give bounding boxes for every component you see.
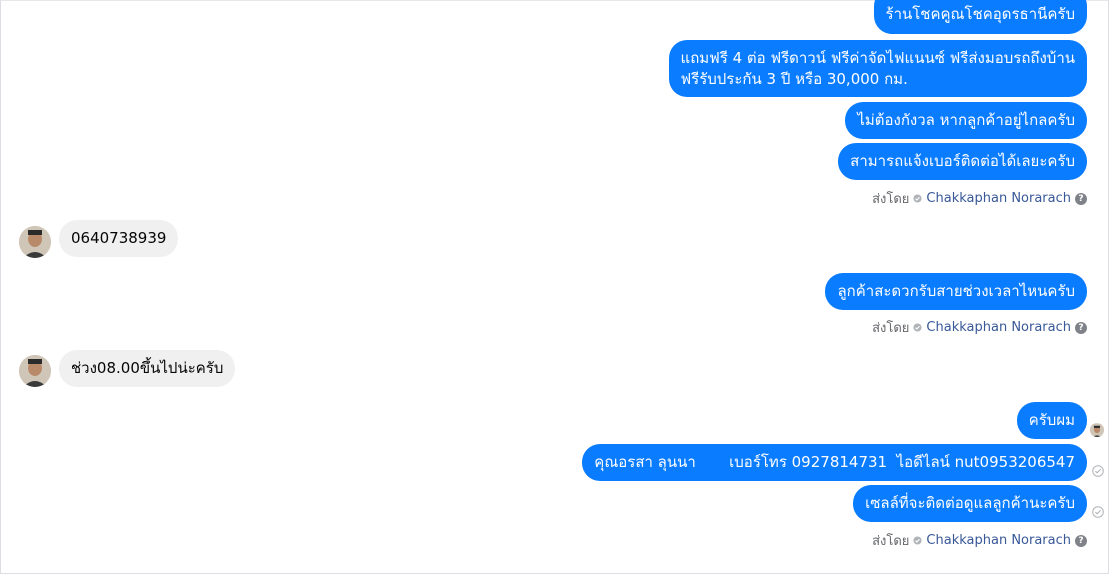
outgoing-message[interactable]: ครับผม	[1016, 402, 1087, 439]
delivered-check-icon	[1092, 465, 1104, 477]
outgoing-message[interactable]: ไม่ต้องกังวล หากลูกค้าอยู่ไกลครับ	[845, 102, 1087, 139]
help-icon[interactable]: ?	[1075, 321, 1087, 334]
message-text: สามารถแจ้งเบอร์ติดต่อได้เลยะครับ	[850, 152, 1075, 170]
message-text: ลูกค้าสะดวกรับสายช่วงเวลาไหนครับ	[837, 282, 1075, 300]
message-text: ช่วง08.00ขึ้นไปน่ะครับ	[71, 359, 224, 377]
message-text: ฟรีรับประกัน 3 ปี หรือ 30,000 กม.	[680, 70, 908, 88]
sent-by-info: ส่งโดย Chakkaphan Norarach ?	[872, 317, 1087, 338]
message-text: ครับผม	[1028, 411, 1075, 429]
sent-by-info: ส่งโดย Chakkaphan Norarach ?	[872, 188, 1087, 209]
message-text: คุณอรสา ลุนนา เบอร์โทร 0927814731 ไอดีไล…	[594, 453, 1075, 471]
sent-by-label: ส่งโดย	[872, 321, 910, 336]
outgoing-message[interactable]: คุณอรสา ลุนนา เบอร์โทร 0927814731 ไอดีไล…	[582, 444, 1087, 481]
person-avatar-icon	[19, 226, 51, 258]
sender-name-link[interactable]: Chakkaphan Norarach	[926, 320, 1071, 335]
avatar[interactable]	[19, 355, 51, 387]
read-receipt-avatar	[1090, 423, 1104, 437]
sent-by-label: ส่งโดย	[872, 192, 910, 207]
incoming-message[interactable]: 0640738939	[59, 220, 179, 257]
outgoing-message[interactable]: สามารถแจ้งเบอร์ติดต่อได้เลยะครับ	[838, 143, 1087, 180]
message-text: ไม่ต้องกังวล หากลูกค้าอยู่ไกลครับ	[857, 111, 1075, 129]
message-text: เซลล์ที่จะติดต่อดูแลลูกค้านะครับ	[865, 494, 1075, 512]
sender-name-link[interactable]: Chakkaphan Norarach	[926, 533, 1071, 548]
check-circle-icon	[913, 323, 922, 332]
delivered-check-icon	[1092, 506, 1104, 518]
outgoing-message[interactable]: ร้านโชคคูณโชคอุดรธานีครับ	[873, 0, 1087, 34]
sent-by-label: ส่งโดย	[872, 534, 910, 549]
incoming-message[interactable]: ช่วง08.00ขึ้นไปน่ะครับ	[59, 350, 236, 387]
message-text: แถมฟรี 4 ต่อ ฟรีดาวน์ ฟรีค่าจัดไฟแนนซ์ ฟ…	[680, 49, 1075, 67]
check-circle-icon	[913, 194, 922, 203]
message-text: ร้านโชคคูณโชคอุดรธานีครับ	[885, 5, 1075, 23]
help-icon[interactable]: ?	[1075, 192, 1087, 205]
message-text: 0640738939	[71, 229, 167, 247]
avatar[interactable]	[19, 226, 51, 258]
outgoing-message[interactable]: ลูกค้าสะดวกรับสายช่วงเวลาไหนครับ	[825, 273, 1087, 310]
help-icon[interactable]: ?	[1075, 534, 1087, 547]
sent-by-info: ส่งโดย Chakkaphan Norarach ?	[872, 530, 1087, 551]
outgoing-message[interactable]: แถมฟรี 4 ต่อ ฟรีดาวน์ ฟรีค่าจัดไฟแนนซ์ ฟ…	[668, 40, 1087, 97]
person-avatar-icon	[19, 355, 51, 387]
sender-name-link[interactable]: Chakkaphan Norarach	[926, 191, 1071, 206]
check-circle-icon	[913, 536, 922, 545]
outgoing-message[interactable]: เซลล์ที่จะติดต่อดูแลลูกค้านะครับ	[853, 485, 1087, 522]
